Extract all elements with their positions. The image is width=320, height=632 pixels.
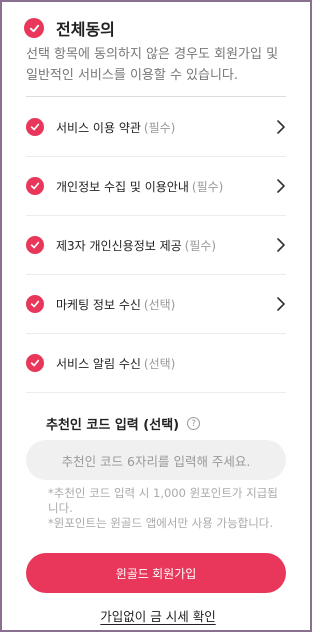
chevron-right-icon[interactable] [276, 120, 286, 134]
terms-item-label: 개인정보 수집 및 이용안내 (필수) [56, 179, 224, 194]
join-button[interactable]: 윈골드 회원가입 [26, 553, 286, 593]
recommend-note-usage: *윈포인트는 윈골드 앱에서만 사용 가능합니다. [48, 516, 274, 530]
required-tag: (필수) [191, 179, 224, 194]
terms-item-notification[interactable]: 서비스 알림 수신 (선택) [26, 334, 288, 392]
terms-item-service[interactable]: 서비스 이용 약관 (필수) [26, 98, 288, 156]
terms-item-marketing[interactable]: 마케팅 정보 수신 (선택) [26, 275, 288, 333]
chevron-right-icon[interactable] [276, 238, 286, 252]
agree-all-label: 전체동의 [56, 20, 115, 39]
agree-all-description: 선택 항목에 동의하지 않은 경우도 회원가입 및 일반적인 서비스를 이용할 … [26, 47, 279, 83]
terms-item-privacy[interactable]: 개인정보 수집 및 이용안내 (필수) [26, 157, 288, 215]
agree-all-check-icon[interactable] [24, 18, 44, 38]
recommend-code-label: 추천인 코드 입력 (선택) [46, 418, 180, 433]
chevron-right-icon[interactable] [276, 297, 286, 311]
gold-price-link-wrap: 가입없이 금 시세 확인 [2, 606, 314, 625]
terms-item-label: 서비스 알림 수신 (선택) [56, 356, 176, 371]
required-tag: (필수) [143, 120, 176, 135]
required-tag: (필수) [184, 238, 217, 253]
check-icon[interactable] [26, 236, 44, 254]
recommend-code-placeholder: 추천인 코드 6자리를 입력해 주세요. [61, 453, 251, 469]
divider [26, 96, 286, 97]
terms-item-label: 마케팅 정보 수신 (선택) [56, 297, 176, 312]
optional-tag: (선택) [143, 297, 176, 312]
check-icon[interactable] [26, 118, 44, 136]
item-divider [26, 392, 286, 393]
recommend-note-points: *추천인 코드 입력 시 1,000 윈포인트가 지급됩니다. [48, 486, 278, 515]
check-icon[interactable] [26, 295, 44, 313]
optional-tag: (선택) [143, 356, 176, 371]
recommend-code-title: 추천인 코드 입력 (선택) ? [46, 414, 201, 433]
terms-item-label: 서비스 이용 약관 (필수) [56, 120, 176, 135]
screen-frame: 전체동의 선택 항목에 동의하지 않은 경우도 회원가입 및 일반적인 서비스를… [0, 0, 312, 632]
terms-item-third-party[interactable]: 제3자 개인신용정보 제공 (필수) [26, 216, 288, 274]
check-icon[interactable] [26, 354, 44, 372]
chevron-right-icon[interactable] [276, 179, 286, 193]
check-icon[interactable] [26, 177, 44, 195]
terms-item-label: 제3자 개인신용정보 제공 (필수) [56, 238, 217, 253]
recommend-code-input[interactable]: 추천인 코드 6자리를 입력해 주세요. [26, 440, 286, 480]
view-gold-price-link[interactable]: 가입없이 금 시세 확인 [100, 609, 215, 624]
agree-all-row[interactable]: 전체동의 [24, 16, 115, 40]
help-icon[interactable]: ? [187, 417, 201, 430]
